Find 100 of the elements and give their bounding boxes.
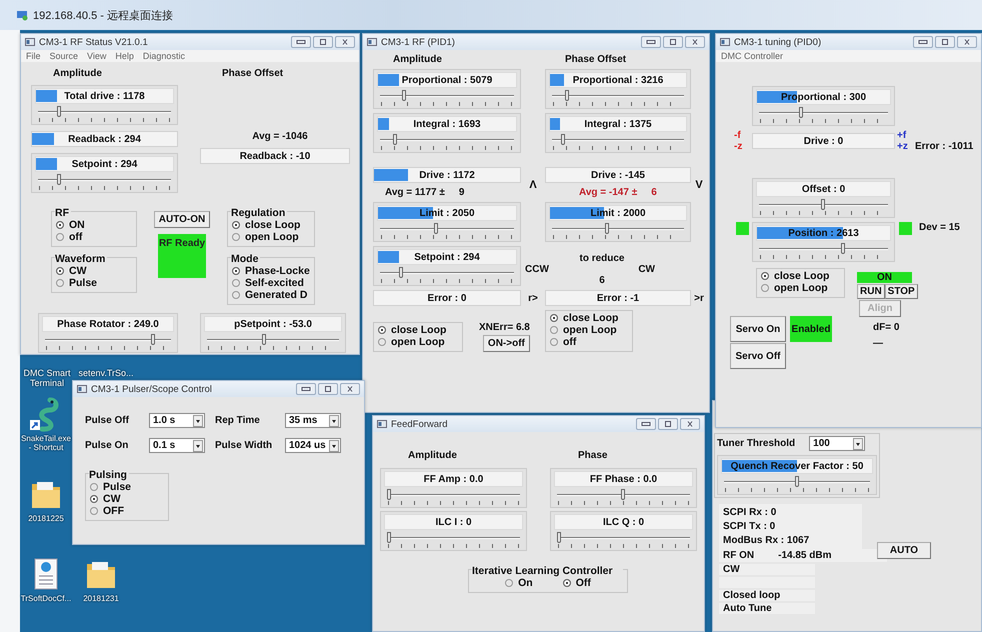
- slider-track[interactable]: [207, 334, 339, 346]
- close-icon[interactable]: [340, 39, 350, 45]
- slider-thumb[interactable]: [605, 223, 610, 234]
- radio-button[interactable]: [56, 267, 64, 275]
- minimize-button[interactable]: [641, 36, 661, 48]
- desktop-icon-label[interactable]: SnakeTail.exe - Shortcut: [20, 434, 72, 452]
- maximize-icon[interactable]: [318, 39, 328, 45]
- menu-item[interactable]: DMC Controller: [721, 51, 784, 61]
- menu-item[interactable]: Help: [115, 51, 134, 61]
- radio-label[interactable]: CW: [69, 265, 86, 277]
- slider-track[interactable]: [759, 199, 888, 211]
- radio-label[interactable]: CW: [103, 493, 120, 505]
- radio-button[interactable]: [562, 579, 571, 587]
- radio-label[interactable]: Self-excited: [245, 277, 304, 289]
- radio-label[interactable]: off: [563, 336, 576, 348]
- maximize-icon[interactable]: [668, 39, 678, 45]
- slider-thumb[interactable]: [392, 134, 397, 145]
- radio-label[interactable]: close Loop: [245, 219, 300, 231]
- slider-track[interactable]: [380, 134, 514, 146]
- radio-button[interactable]: [550, 314, 558, 322]
- close-icon[interactable]: [962, 39, 972, 45]
- slider-track[interactable]: [38, 174, 171, 186]
- radio-button[interactable]: [90, 507, 98, 515]
- slider-track[interactable]: [387, 532, 520, 544]
- slider-thumb[interactable]: [57, 106, 62, 117]
- radio-button[interactable]: [761, 284, 769, 292]
- minimize-icon[interactable]: [646, 39, 656, 45]
- radio-button[interactable]: [761, 272, 769, 280]
- minimize-button[interactable]: [296, 383, 316, 395]
- radio-label[interactable]: Phase-Locke: [245, 265, 310, 277]
- close-button[interactable]: [340, 383, 360, 395]
- dropdown[interactable]: 100: [809, 436, 866, 451]
- radio-label[interactable]: open Loop: [245, 231, 299, 243]
- menu-item[interactable]: Source: [50, 51, 78, 61]
- minimize-button[interactable]: [636, 418, 656, 430]
- close-icon[interactable]: [690, 39, 700, 45]
- slider-track[interactable]: [552, 134, 684, 146]
- radio-label[interactable]: close Loop: [391, 324, 446, 336]
- slider-thumb[interactable]: [557, 532, 561, 543]
- radio-button[interactable]: [56, 221, 64, 229]
- maximize-button[interactable]: [313, 36, 333, 48]
- dropdown[interactable]: 0.1 s: [149, 438, 205, 453]
- desktop-icon-label[interactable]: 20181225: [20, 514, 72, 523]
- slider-track[interactable]: [552, 90, 684, 102]
- servo-off-button[interactable]: Servo Off: [730, 343, 786, 369]
- close-button[interactable]: [957, 36, 977, 48]
- slider-thumb[interactable]: [840, 243, 845, 254]
- auto-on-button[interactable]: AUTO-ON: [154, 211, 210, 228]
- maximize-icon[interactable]: [323, 386, 333, 392]
- maximize-button[interactable]: [663, 36, 683, 48]
- menu-item[interactable]: File: [26, 51, 41, 61]
- radio-button[interactable]: [232, 233, 240, 241]
- slider-thumb[interactable]: [151, 334, 156, 345]
- radio-label[interactable]: close Loop: [774, 270, 830, 282]
- slider-thumb[interactable]: [560, 134, 565, 145]
- menu-item[interactable]: View: [87, 51, 106, 61]
- minimize-button[interactable]: [913, 36, 933, 48]
- slider-track[interactable]: [380, 223, 514, 235]
- run-button[interactable]: RUN: [857, 284, 885, 299]
- slider-thumb[interactable]: [798, 107, 803, 118]
- radio-label[interactable]: close Loop: [563, 312, 618, 324]
- slider-track[interactable]: [38, 106, 171, 118]
- radio-button[interactable]: [550, 326, 558, 334]
- slider-track[interactable]: [380, 90, 514, 102]
- desktop-icon-label[interactable]: setenv.TrSo...: [76, 368, 136, 378]
- radio-label[interactable]: ON: [69, 219, 85, 231]
- minimize-icon[interactable]: [301, 386, 311, 392]
- slider-thumb[interactable]: [399, 267, 404, 278]
- radio-button[interactable]: [56, 279, 64, 287]
- auto-button[interactable]: AUTO: [877, 542, 931, 559]
- minimize-button[interactable]: [291, 36, 311, 48]
- slider-track[interactable]: [45, 334, 171, 346]
- radio-label[interactable]: Pulse: [103, 481, 132, 493]
- slider-track[interactable]: [557, 532, 690, 544]
- stop-button[interactable]: STOP: [884, 284, 918, 299]
- slider-thumb[interactable]: [821, 199, 825, 210]
- maximize-button[interactable]: [318, 383, 338, 395]
- slider-track[interactable]: [380, 267, 514, 279]
- radio-label[interactable]: Generated D: [245, 289, 308, 301]
- radio-label[interactable]: On: [518, 577, 533, 589]
- radio-button[interactable]: [232, 291, 240, 299]
- maximize-button[interactable]: [658, 418, 678, 430]
- slider-track[interactable]: [724, 476, 870, 488]
- slider-track[interactable]: [557, 489, 690, 501]
- radio-label[interactable]: open Loop: [391, 336, 445, 348]
- slider-thumb[interactable]: [564, 90, 569, 101]
- dropdown[interactable]: 35 ms: [285, 413, 341, 428]
- radio-label[interactable]: Pulse: [69, 277, 98, 289]
- radio-button[interactable]: [550, 338, 558, 346]
- desktop-icon-label[interactable]: DMC Smart Terminal: [22, 368, 72, 388]
- maximize-icon[interactable]: [663, 421, 673, 427]
- slider-thumb[interactable]: [434, 223, 438, 234]
- radio-label[interactable]: Off: [576, 577, 591, 589]
- toggle-button[interactable]: ON->off: [482, 335, 530, 352]
- slider-track[interactable]: [759, 107, 888, 119]
- desktop-icon-label[interactable]: 20181231: [75, 594, 127, 603]
- minimize-icon[interactable]: [918, 39, 928, 45]
- maximize-button[interactable]: [935, 36, 955, 48]
- radio-label[interactable]: open Loop: [774, 282, 828, 294]
- slider-thumb[interactable]: [387, 489, 391, 500]
